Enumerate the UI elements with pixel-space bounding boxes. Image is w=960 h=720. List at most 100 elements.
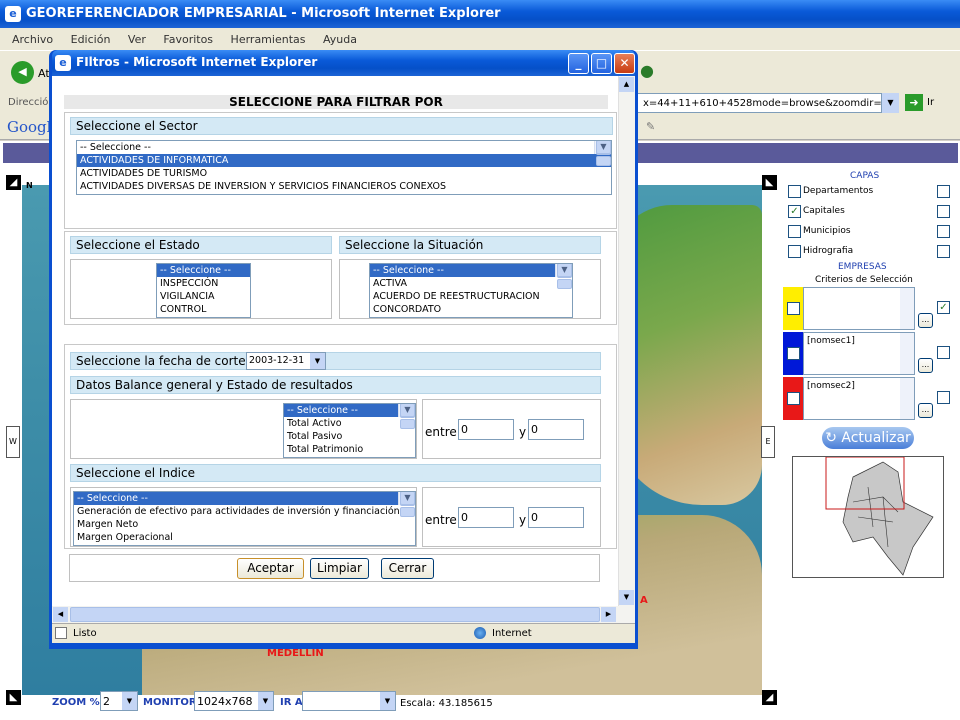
pan-east-icon[interactable]: E bbox=[761, 426, 775, 458]
list-item[interactable]: CONCORDATO bbox=[370, 303, 572, 316]
scroll-left-icon[interactable]: ◀ bbox=[53, 607, 68, 622]
list-item[interactable]: Total Pasivo bbox=[284, 430, 415, 443]
pencil-icon[interactable]: ✎ bbox=[646, 120, 660, 133]
pan-sw-icon[interactable]: ◣ bbox=[6, 690, 21, 705]
close-button[interactable]: Cerrar bbox=[381, 558, 434, 579]
layer-label-checkbox[interactable] bbox=[937, 245, 950, 258]
pan-se-icon[interactable]: ◢ bbox=[762, 690, 777, 705]
list-item[interactable]: -- Seleccione -- bbox=[370, 264, 572, 277]
pan-ne-icon[interactable]: ◣ bbox=[762, 175, 777, 190]
maximize-icon[interactable]: □ bbox=[591, 53, 612, 74]
criteria-more-button[interactable]: ... bbox=[918, 358, 933, 373]
layer-label-checkbox[interactable] bbox=[937, 185, 950, 198]
layer-label-checkbox[interactable] bbox=[937, 225, 950, 238]
list-item[interactable]: ACUERDO DE REESTRUCTURACION bbox=[370, 290, 572, 303]
list-item[interactable]: CONTROL bbox=[157, 303, 250, 316]
list-item[interactable]: ACTIVIDADES DE TURISMO bbox=[77, 167, 611, 180]
hscroll-thumb[interactable] bbox=[70, 607, 600, 622]
scroll-down-icon[interactable]: ▼ bbox=[619, 590, 634, 605]
menu-favoritos[interactable]: Favoritos bbox=[163, 33, 213, 46]
close-icon[interactable]: ✕ bbox=[614, 53, 635, 74]
criteria-checkbox[interactable] bbox=[787, 347, 800, 360]
accept-button[interactable]: Aceptar bbox=[237, 558, 304, 579]
chevron-down-icon: ▼ bbox=[122, 692, 137, 710]
layer-checkbox[interactable]: ✓ bbox=[788, 205, 801, 218]
criteria-textarea[interactable]: [nomsec1] bbox=[803, 332, 915, 375]
criteria-more-button[interactable]: ... bbox=[918, 313, 933, 328]
indice-to-input[interactable]: 0 bbox=[528, 507, 584, 528]
chevron-down-icon: ▼ bbox=[258, 692, 273, 710]
balance-from-input[interactable]: 0 bbox=[458, 419, 514, 440]
pan-west-icon[interactable]: W bbox=[6, 426, 20, 458]
menu-ver[interactable]: Ver bbox=[128, 33, 146, 46]
criteria-text: [nomsec2] bbox=[807, 381, 855, 391]
balance-entre: entre bbox=[425, 425, 457, 439]
clear-button[interactable]: Limpiar bbox=[310, 558, 369, 579]
pan-nw-icon[interactable]: ◢ bbox=[6, 175, 21, 190]
list-item[interactable]: VIGILANCIA bbox=[157, 290, 250, 303]
list-item[interactable]: Total Patrimonio bbox=[284, 443, 415, 456]
layer-checkbox[interactable] bbox=[788, 185, 801, 198]
list-item[interactable]: ACTIVIDADES DE INFORMATICA bbox=[77, 154, 611, 167]
menu-ayuda[interactable]: Ayuda bbox=[323, 33, 357, 46]
list-item[interactable]: -- Seleccione -- bbox=[77, 141, 611, 154]
ie-icon: e bbox=[5, 6, 21, 22]
listbox-scrollbar[interactable]: ▲▼ bbox=[398, 404, 415, 429]
list-item[interactable]: -- Seleccione -- bbox=[157, 264, 250, 277]
sector-listbox[interactable]: -- Seleccione -- ACTIVIDADES DE INFORMAT… bbox=[76, 140, 612, 195]
monitor-select[interactable]: 1024x768 ▼ bbox=[194, 691, 274, 711]
list-item[interactable]: Total Activo bbox=[284, 417, 415, 430]
estado-listbox[interactable]: -- Seleccione -- INSPECCIÓN VIGILANCIA C… bbox=[156, 263, 251, 318]
criteria-select-checkbox[interactable]: ✓ bbox=[937, 301, 950, 314]
messenger-icon[interactable]: ● bbox=[640, 61, 660, 81]
zoom-select[interactable]: 2 ▼ bbox=[100, 691, 138, 711]
criteria-checkbox[interactable] bbox=[787, 392, 800, 405]
layer-checkbox[interactable] bbox=[788, 245, 801, 258]
list-item[interactable]: ACTIVA bbox=[370, 277, 572, 290]
list-item[interactable]: -- Seleccione -- bbox=[284, 404, 415, 417]
list-item[interactable]: Margen Operacional bbox=[74, 531, 415, 544]
minimize-icon[interactable]: _ bbox=[568, 53, 589, 74]
list-item[interactable]: Margen Neto bbox=[74, 518, 415, 531]
scroll-up-icon[interactable]: ▲ bbox=[619, 77, 634, 92]
scroll-right-icon[interactable]: ▶ bbox=[601, 607, 616, 622]
criteria-checkbox[interactable] bbox=[787, 302, 800, 315]
menu-bar: Archivo Edición Ver Favoritos Herramient… bbox=[0, 28, 960, 50]
list-item[interactable]: -- Seleccione -- bbox=[74, 492, 415, 505]
list-item[interactable]: Generación de efectivo para actividades … bbox=[74, 505, 415, 518]
listbox-scrollbar[interactable]: ▲▼ bbox=[555, 264, 572, 289]
menu-archivo[interactable]: Archivo bbox=[12, 33, 53, 46]
criteria-select-checkbox[interactable] bbox=[937, 346, 950, 359]
balance-to-input[interactable]: 0 bbox=[528, 419, 584, 440]
layer-label-checkbox[interactable] bbox=[937, 205, 950, 218]
criteria-textarea[interactable] bbox=[803, 287, 915, 330]
list-item[interactable]: INSPECCIÓN bbox=[157, 277, 250, 290]
criteria-textarea[interactable]: [nomsec2] bbox=[803, 377, 915, 420]
criteria-more-button[interactable]: ... bbox=[918, 403, 933, 418]
go-button[interactable]: Ir bbox=[927, 97, 934, 108]
go-arrow-icon[interactable]: ➜ bbox=[905, 94, 923, 111]
situacion-listbox[interactable]: -- Seleccione -- ACTIVA ACUERDO DE REEST… bbox=[369, 263, 573, 318]
address-input[interactable]: x=44+11+610+4528mode=browse&zoomdir=1& bbox=[636, 93, 882, 113]
fecha-select[interactable]: 2003-12-31 ▼ bbox=[246, 352, 326, 370]
address-dropdown-icon[interactable]: ▼ bbox=[882, 93, 899, 113]
criteria-row: [nomsec2]... bbox=[783, 377, 958, 422]
ira-select[interactable]: ▼ bbox=[302, 691, 396, 711]
browser-titlebar: e GEOREFERENCIADOR EMPRESARIAL - Microso… bbox=[0, 0, 960, 28]
indice-listbox[interactable]: -- Seleccione -- Generación de efectivo … bbox=[73, 491, 416, 546]
situacion-label: Seleccione la Situación bbox=[339, 236, 601, 254]
listbox-scrollbar[interactable]: ▲▼ bbox=[398, 492, 415, 517]
indice-from-input[interactable]: 0 bbox=[458, 507, 514, 528]
update-button[interactable]: ↻ Actualizar bbox=[822, 427, 914, 449]
layer-checkbox[interactable] bbox=[788, 225, 801, 238]
listbox-scrollbar[interactable]: ▲▼ bbox=[594, 141, 611, 166]
back-icon[interactable]: ◀ bbox=[11, 61, 34, 84]
criteria-select-checkbox[interactable] bbox=[937, 391, 950, 404]
balance-listbox[interactable]: -- Seleccione -- Total Activo Total Pasi… bbox=[283, 403, 416, 458]
overview-map[interactable] bbox=[792, 456, 944, 578]
menu-edicion[interactable]: Edición bbox=[71, 33, 111, 46]
indice-range-box: entre 0 y 0 bbox=[422, 487, 601, 547]
balance-y: y bbox=[519, 425, 527, 439]
list-item[interactable]: ACTIVIDADES DIVERSAS DE INVERSION Y SERV… bbox=[77, 180, 611, 193]
menu-herramientas[interactable]: Herramientas bbox=[231, 33, 306, 46]
